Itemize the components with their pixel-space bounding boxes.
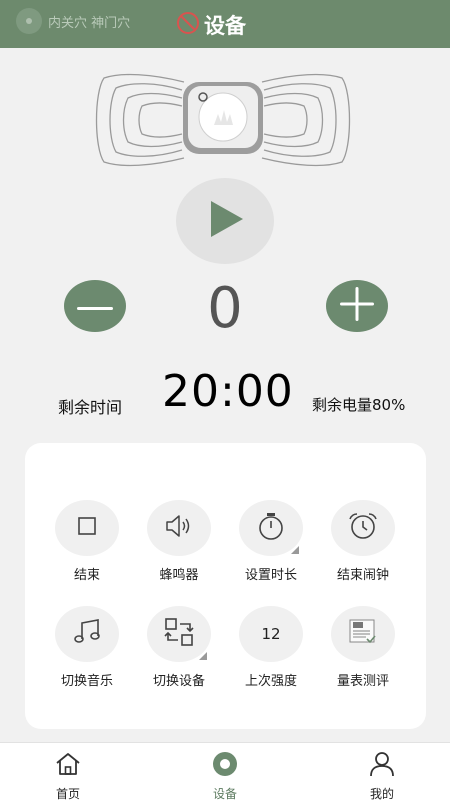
- buzzer-label: 蜂鸣器: [159, 568, 199, 583]
- play-button[interactable]: [176, 178, 274, 264]
- set-duration-label: 设置时长: [244, 568, 297, 583]
- last-intensity-value: 12: [261, 625, 281, 643]
- page-title: 设备: [176, 10, 246, 40]
- switch-device-button[interactable]: 切换设备: [133, 606, 225, 689]
- buzzer-button[interactable]: 蜂鸣器: [133, 500, 225, 583]
- nav-item-mine[interactable]: 我的: [342, 751, 422, 800]
- intensity-value: 0: [207, 276, 243, 341]
- switch-music-button[interactable]: 切换音乐: [41, 606, 133, 689]
- user-icon: [368, 751, 396, 781]
- function-panel: 结束 蜂鸣器 设置时长 结束闹钟 切换音乐 切换设备 12 上次强度 量表测评: [25, 443, 426, 729]
- nav-item-device[interactable]: 设备: [185, 751, 265, 800]
- last-intensity-wrap: 12: [239, 606, 303, 662]
- end-session-label: 结束: [73, 568, 100, 583]
- stop-icon: [77, 516, 97, 540]
- switch-device-icon: [164, 617, 194, 651]
- increase-intensity-button[interactable]: [326, 280, 388, 332]
- battery-level-text: 剩余电量80%: [312, 396, 406, 414]
- music-note-icon: [72, 618, 102, 650]
- nav-item-home[interactable]: 首页: [28, 751, 108, 800]
- scale-assessment-label: 量表测评: [336, 674, 389, 689]
- acupoint-text: 内关穴 神门穴: [48, 15, 131, 31]
- alarm-clock-icon: [347, 511, 379, 545]
- speaker-icon-wrap: [147, 500, 211, 556]
- top-header: 内关穴 神门穴 设备: [0, 0, 450, 48]
- nav-label-mine: 我的: [369, 787, 394, 800]
- switch-device-label: 切换设备: [152, 674, 205, 689]
- nav-label-device: 设备: [212, 787, 237, 800]
- set-duration-button[interactable]: 设置时长: [225, 500, 317, 583]
- end-alarm-label: 结束闹钟: [336, 568, 389, 583]
- minus-icon: [77, 297, 113, 316]
- acupoint-indicator-icon: [16, 8, 42, 34]
- timer-icon: [256, 511, 286, 545]
- play-icon: [205, 199, 245, 243]
- music-note-icon-wrap: [55, 606, 119, 662]
- alarm-clock-icon-wrap: [331, 500, 395, 556]
- stop-icon-wrap: [55, 500, 119, 556]
- corner-marker-icon: [199, 652, 207, 660]
- timer-icon-wrap: [239, 500, 303, 556]
- last-intensity-label: 上次强度: [244, 674, 297, 689]
- plus-icon: [340, 287, 374, 325]
- remaining-time-label: 剩余时间: [58, 398, 123, 417]
- nav-label-home: 首页: [55, 787, 80, 800]
- questionnaire-icon-wrap: [331, 606, 395, 662]
- device-icon: [212, 751, 238, 781]
- last-intensity-button[interactable]: 12 上次强度: [225, 606, 317, 689]
- page-title-text: 设备: [204, 14, 246, 38]
- home-icon: [54, 751, 82, 781]
- bottom-navigation: 首页 设备 我的: [0, 742, 450, 800]
- electrode-pad-device-image: [92, 70, 354, 170]
- corner-marker-icon: [291, 546, 299, 554]
- disconnected-icon: [176, 11, 200, 40]
- switch-device-icon-wrap: [147, 606, 211, 662]
- questionnaire-icon: [348, 618, 378, 650]
- switch-music-label: 切换音乐: [60, 674, 113, 689]
- acupoint-selector[interactable]: 内关穴 神门穴: [16, 8, 130, 34]
- remaining-time-value: 20:00: [162, 366, 294, 417]
- end-alarm-button[interactable]: 结束闹钟: [317, 500, 409, 583]
- speaker-icon: [164, 513, 194, 543]
- decrease-intensity-button[interactable]: [64, 280, 126, 332]
- end-session-button[interactable]: 结束: [41, 500, 133, 583]
- scale-assessment-button[interactable]: 量表测评: [317, 606, 409, 689]
